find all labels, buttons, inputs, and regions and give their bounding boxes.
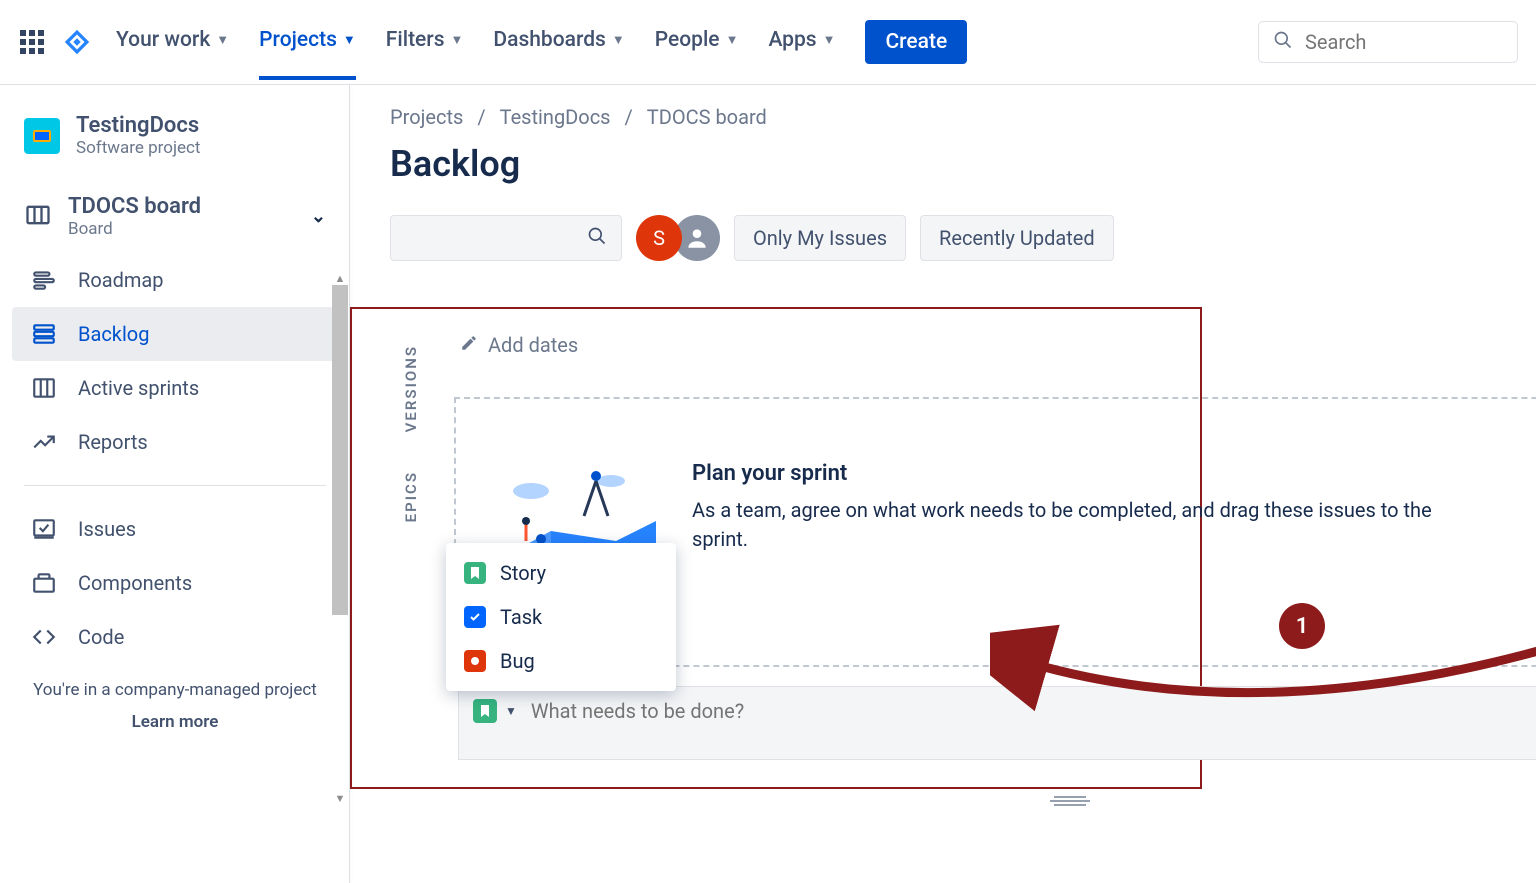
scrollbar-thumb[interactable] <box>332 285 348 615</box>
create-button[interactable]: Create <box>865 20 967 64</box>
project-header[interactable]: TestingDocs Software project <box>0 99 350 168</box>
issue-type-story[interactable]: Story <box>446 551 676 595</box>
only-my-issues-button[interactable]: Only My Issues <box>734 215 906 261</box>
nav-apps[interactable]: Apps▼ <box>768 4 835 80</box>
story-icon <box>464 562 486 584</box>
scroll-down-icon[interactable]: ▼ <box>332 791 348 805</box>
content: Projects/ TestingDocs/ TDOCS board Backl… <box>350 85 1536 883</box>
pencil-icon <box>460 333 478 357</box>
board-name: TDOCS board <box>68 194 201 219</box>
sidebar-item-label: Roadmap <box>78 268 164 292</box>
chevron-down-icon: ▼ <box>343 32 356 48</box>
divider <box>24 485 326 486</box>
sidebar-item-components[interactable]: Components <box>12 556 338 610</box>
issue-type-task[interactable]: Task <box>446 595 676 639</box>
sprint-icon <box>30 375 58 401</box>
components-icon <box>30 570 58 596</box>
search-icon <box>587 226 607 250</box>
avatar[interactable]: S <box>636 215 682 261</box>
global-search[interactable] <box>1258 21 1518 63</box>
issue-summary-input[interactable] <box>531 699 931 723</box>
sidebar-item-issues[interactable]: Issues <box>12 502 338 556</box>
sidebar-item-label: Reports <box>78 430 148 454</box>
sidebar-item-label: Issues <box>78 517 136 541</box>
story-icon[interactable] <box>473 699 497 723</box>
breadcrumb-link[interactable]: Projects <box>390 105 463 129</box>
versions-panel-toggle[interactable]: VERSIONS <box>402 345 420 432</box>
learn-more-link[interactable]: Learn more <box>0 704 350 732</box>
sidebar-item-label: Backlog <box>78 322 149 346</box>
assignee-avatars[interactable]: S <box>636 215 720 261</box>
recently-updated-button[interactable]: Recently Updated <box>920 215 1114 261</box>
roadmap-icon <box>30 267 58 293</box>
nav-your-work[interactable]: Your work▼ <box>116 4 229 80</box>
chevron-down-icon: ▼ <box>612 32 625 48</box>
task-icon <box>464 606 486 628</box>
page-title: Backlog <box>390 143 1536 185</box>
scroll-up-icon[interactable]: ▲ <box>332 271 348 285</box>
add-dates-link[interactable]: Add dates <box>460 333 578 357</box>
backlog-icon <box>30 321 58 347</box>
sidebar-item-roadmap[interactable]: Roadmap <box>12 253 338 307</box>
plan-title: Plan your sprint <box>692 461 1452 486</box>
jira-logo-icon[interactable] <box>62 27 92 57</box>
plan-text: As a team, agree on what work needs to b… <box>692 496 1452 554</box>
sidebar: TestingDocs Software project TDOCS board… <box>0 85 350 883</box>
epics-panel-toggle[interactable]: EPICS <box>402 471 420 522</box>
project-icon <box>24 118 60 154</box>
issues-icon <box>30 516 58 542</box>
project-type: Software project <box>76 138 201 158</box>
breadcrumb: Projects/ TestingDocs/ TDOCS board <box>390 105 1536 129</box>
sidebar-item-code[interactable]: Code <box>12 610 338 664</box>
search-icon <box>1273 30 1293 54</box>
top-nav: Your work▼ Projects▼ Filters▼ Dashboards… <box>0 0 1536 85</box>
reports-icon <box>30 429 58 455</box>
issue-type-bug[interactable]: Bug <box>446 639 676 683</box>
sidebar-item-active-sprints[interactable]: Active sprints <box>12 361 338 415</box>
chevron-down-icon: ▼ <box>726 32 739 48</box>
board-selector[interactable]: TDOCS board Board ⌄ <box>0 180 350 247</box>
board-sub: Board <box>68 219 201 239</box>
create-issue-inline[interactable]: ▼ <box>458 686 1536 760</box>
nav-dashboards[interactable]: Dashboards▼ <box>493 4 624 80</box>
board-icon <box>24 201 52 233</box>
sidebar-item-label: Active sprints <box>78 376 199 400</box>
sidebar-item-backlog[interactable]: Backlog <box>12 307 338 361</box>
nav-projects[interactable]: Projects▼ <box>259 4 356 80</box>
board-search[interactable] <box>390 215 622 261</box>
chevron-down-icon: ⌄ <box>311 206 326 227</box>
sidebar-item-label: Code <box>78 625 124 649</box>
drag-handle-icon[interactable] <box>1050 793 1090 812</box>
search-input[interactable] <box>1305 30 1503 54</box>
sidebar-item-label: Components <box>78 571 192 595</box>
app-switcher-icon[interactable] <box>18 28 46 56</box>
issue-type-dropdown: Story Task Bug <box>446 543 676 691</box>
project-name: TestingDocs <box>76 113 201 138</box>
code-icon <box>30 624 58 650</box>
annotation-number: 1 <box>1279 603 1325 649</box>
chevron-down-icon: ▼ <box>823 32 836 48</box>
bug-icon <box>464 650 486 672</box>
chevron-down-icon[interactable]: ▼ <box>505 704 517 718</box>
nav-filters[interactable]: Filters▼ <box>386 4 464 80</box>
sidebar-item-reports[interactable]: Reports <box>12 415 338 469</box>
breadcrumb-link[interactable]: TDOCS board <box>647 105 767 129</box>
chevron-down-icon: ▼ <box>216 32 229 48</box>
nav-people[interactable]: People▼ <box>655 4 739 80</box>
chevron-down-icon: ▼ <box>451 32 464 48</box>
breadcrumb-link[interactable]: TestingDocs <box>500 105 611 129</box>
footer-note: You're in a company-managed project <box>0 670 350 704</box>
